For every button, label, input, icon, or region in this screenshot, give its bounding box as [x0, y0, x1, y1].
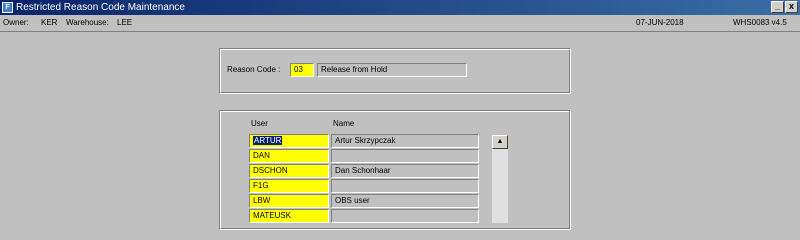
name-cell — [331, 209, 479, 223]
name-cell — [331, 179, 479, 193]
name-cell: Artur Skrzypczak — [331, 134, 479, 148]
reason-code-label: Reason Code : — [227, 65, 281, 74]
name-column-header: Name — [333, 119, 355, 128]
close-button[interactable]: x — [785, 1, 798, 13]
user-column-header: User — [251, 119, 268, 128]
reason-description-field: Release from Hold — [317, 63, 467, 77]
owner-value: KER — [41, 18, 58, 27]
app-version: WHS0083 v4.5 — [733, 18, 787, 27]
date-display: 07-JUN-2018 — [636, 18, 684, 27]
name-cell: Dan Schonhaar — [331, 164, 479, 178]
minimize-button[interactable]: _ — [771, 1, 784, 13]
user-cell-text: ARTUR — [253, 136, 283, 145]
info-bar: Owner: KER Warehouse: LEE 07-JUN-2018 WH… — [0, 15, 800, 32]
title-bar: F Restricted Reason Code Maintenance _ x — [0, 0, 800, 15]
user-cell[interactable]: ARTUR — [249, 134, 329, 148]
scroll-up-arrow-icon[interactable]: ▲ — [492, 135, 508, 149]
warehouse-label: Warehouse: — [66, 18, 109, 27]
user-cell[interactable]: DAN — [249, 149, 329, 163]
window-title: Restricted Reason Code Maintenance — [16, 2, 185, 13]
user-cell[interactable]: MATEUSK — [249, 209, 329, 223]
name-cell: OBS user — [331, 194, 479, 208]
app-form-icon: F — [2, 2, 13, 13]
name-cell — [331, 149, 479, 163]
user-cell[interactable]: LBW — [249, 194, 329, 208]
user-cell[interactable]: DSCHON — [249, 164, 329, 178]
warehouse-value: LEE — [117, 18, 133, 27]
owner-label: Owner: — [3, 18, 29, 27]
user-cell[interactable]: F1G — [249, 179, 329, 193]
reason-code-input[interactable]: 03 — [290, 63, 314, 77]
